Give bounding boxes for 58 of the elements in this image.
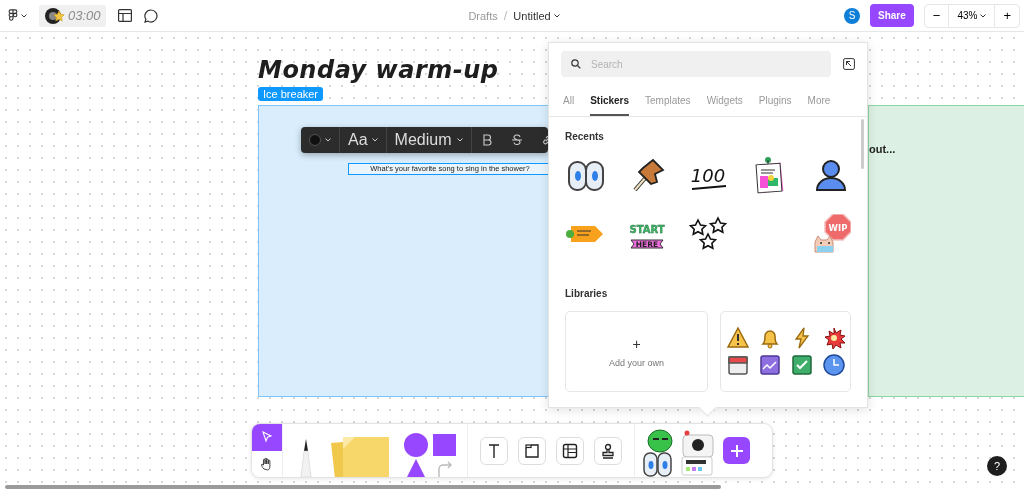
shapes-tool-drawing[interactable] <box>403 431 459 477</box>
caret-icon <box>980 13 987 18</box>
bold-icon[interactable] <box>480 134 493 146</box>
section-heading: Recents <box>565 131 605 142</box>
layout-icon[interactable] <box>117 9 132 22</box>
table-tool[interactable] <box>556 436 584 465</box>
stamp-tool[interactable] <box>594 436 622 465</box>
user-avatar[interactable]: S <box>844 7 860 24</box>
section-tool[interactable] <box>518 436 546 465</box>
stamp-icon <box>599 441 617 460</box>
main-menu-button[interactable] <box>8 9 27 22</box>
plus-icon <box>729 443 744 458</box>
add-library-card[interactable]: + Add your own <box>565 311 708 392</box>
caret-icon <box>371 138 378 142</box>
calendar-icon <box>725 353 750 377</box>
frame-icon <box>523 441 541 460</box>
chart-icon <box>757 353 782 377</box>
camera-widget-drawing[interactable] <box>679 429 715 477</box>
caret-icon <box>553 13 560 18</box>
timer-widget[interactable]: 03:00 <box>39 4 106 27</box>
section-heading: Libraries <box>565 288 609 299</box>
hundred-sticker[interactable]: 100 <box>688 156 728 196</box>
zoom-in-button[interactable]: + <box>995 4 1019 27</box>
file-title-button[interactable]: Untitled <box>513 9 560 22</box>
text-tool[interactable] <box>480 436 508 465</box>
table-icon <box>561 441 579 460</box>
font-weight-dropdown[interactable]: Medium <box>386 127 471 153</box>
checkmark-icon <box>789 353 814 377</box>
caret-icon <box>21 13 27 18</box>
search-icon <box>571 59 581 69</box>
zoom-out-button[interactable]: − <box>924 4 949 27</box>
clock-icon <box>821 353 846 377</box>
panel-tab[interactable]: Stickers <box>590 95 630 116</box>
add-button[interactable] <box>723 437 750 464</box>
color-swatch-icon <box>309 134 321 146</box>
hand-tool[interactable] <box>252 450 282 477</box>
search-field[interactable]: Search <box>561 51 831 77</box>
timer-text: 03:00 <box>68 8 101 23</box>
record-star-icon <box>44 6 66 25</box>
strikethrough-icon[interactable] <box>510 134 523 146</box>
share-button[interactable]: Share <box>870 4 914 27</box>
library-card[interactable] <box>720 311 851 392</box>
caret-icon <box>325 138 331 142</box>
stickers-tool-drawing[interactable] <box>641 427 675 477</box>
comment-icon[interactable] <box>143 8 158 23</box>
section-title: Monday warm-up <box>258 56 499 84</box>
font-button[interactable]: Aa <box>340 127 386 153</box>
section-text: out... <box>869 143 896 155</box>
warning-icon <box>725 326 750 350</box>
select-tool[interactable] <box>252 424 282 451</box>
logo-icon <box>8 9 18 22</box>
cursor-icon <box>260 430 274 445</box>
collapse-panel-icon[interactable] <box>843 58 855 70</box>
caret-icon <box>456 138 463 142</box>
zoom-level-button[interactable]: 43% <box>948 4 996 27</box>
hand-icon <box>260 456 274 471</box>
breadcrumb-separator: / <box>503 8 508 23</box>
section-tag: Ice breaker <box>258 87 324 101</box>
